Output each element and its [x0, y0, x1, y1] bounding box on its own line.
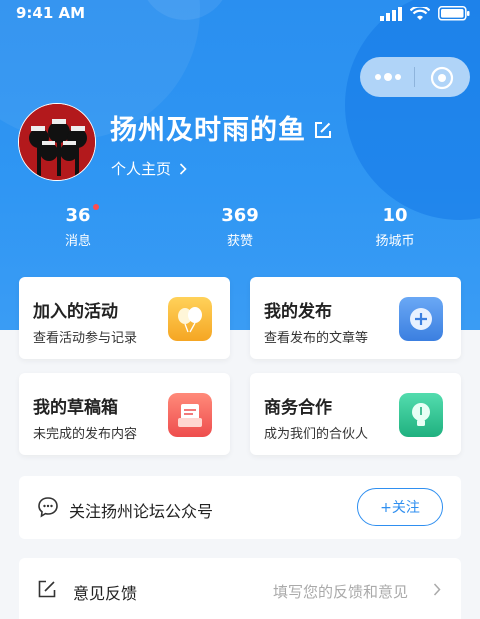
edit-icon[interactable] [313, 120, 333, 140]
feedback-row[interactable]: 意见反馈 填写您的反馈和意见 [19, 558, 461, 619]
status-time: 9:41 AM [16, 4, 86, 22]
balloon-icon [168, 297, 212, 341]
chevron-right-icon [179, 162, 187, 175]
messages-label: 消息 [64, 234, 91, 249]
messages-count: 36 [65, 205, 91, 226]
add-circle-icon [399, 297, 443, 341]
follow-text: 关注扬州论坛公众号 [69, 502, 214, 521]
more-icon[interactable] [374, 70, 402, 84]
unread-dot [93, 204, 99, 210]
status-bar: 9:41 AM [0, 0, 480, 28]
follow-official-account-bar: 关注扬州论坛公众号 +关注 [19, 476, 461, 539]
signal-icon [380, 6, 402, 21]
likes-label: 获赞 [226, 234, 253, 249]
card-subtitle: 查看活动参与记录 [33, 331, 138, 346]
chevron-right-icon [433, 583, 441, 596]
close-miniprogram-icon[interactable] [430, 66, 454, 90]
follow-button[interactable]: +关注 [357, 488, 443, 526]
personal-homepage-link[interactable]: 个人主页 [111, 158, 187, 179]
drafts-icon [168, 393, 212, 437]
card-title: 商务合作 [264, 398, 332, 418]
card-business-cooperation[interactable]: 商务合作 成为我们的合伙人 [250, 373, 461, 455]
edit-feedback-icon [38, 580, 56, 598]
stat-likes[interactable]: 369 获赞 [190, 205, 290, 249]
chat-icon [38, 497, 58, 518]
card-subtitle: 未完成的发布内容 [33, 427, 138, 442]
user-name: 扬州及时雨的鱼 [110, 115, 306, 146]
card-subtitle: 查看发布的文章等 [264, 331, 369, 346]
coins-label: 扬城币 [375, 234, 415, 249]
homepage-label: 个人主页 [111, 160, 172, 178]
battery-icon [438, 6, 470, 21]
miniprogram-capsule [360, 57, 470, 97]
stat-coins[interactable]: 10 扬城币 [345, 205, 445, 249]
card-subtitle: 成为我们的合伙人 [264, 427, 369, 442]
coins-count: 10 [382, 205, 408, 226]
feedback-label: 意见反馈 [73, 584, 138, 603]
card-title: 我的草稿箱 [33, 398, 118, 418]
wifi-icon [410, 6, 430, 20]
avatar[interactable] [18, 103, 96, 181]
feedback-hint: 填写您的反馈和意见 [273, 583, 409, 601]
card-drafts[interactable]: 我的草稿箱 未完成的发布内容 [19, 373, 230, 455]
card-my-posts[interactable]: 我的发布 查看发布的文章等 [250, 277, 461, 359]
lightbulb-icon [399, 393, 443, 437]
likes-count: 369 [221, 205, 259, 226]
card-title: 我的发布 [264, 302, 332, 322]
card-joined-activities[interactable]: 加入的活动 查看活动参与记录 [19, 277, 230, 359]
stat-messages[interactable]: 36 消息 [28, 205, 128, 249]
card-title: 加入的活动 [33, 302, 118, 322]
